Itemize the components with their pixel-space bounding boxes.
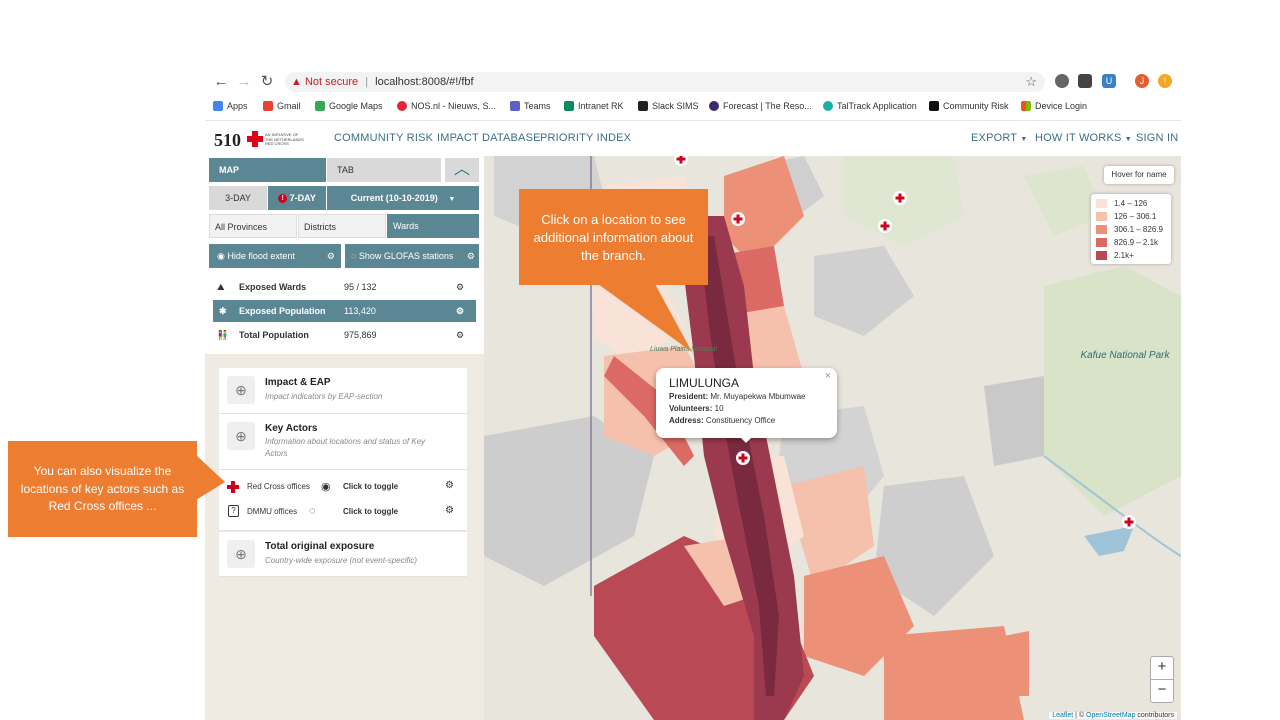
callout-pointers [196, 284, 692, 500]
callout-key-actors: You can also visualize the locations of … [8, 441, 197, 537]
callout-branch-info: Click on a location to see additional in… [519, 189, 708, 285]
